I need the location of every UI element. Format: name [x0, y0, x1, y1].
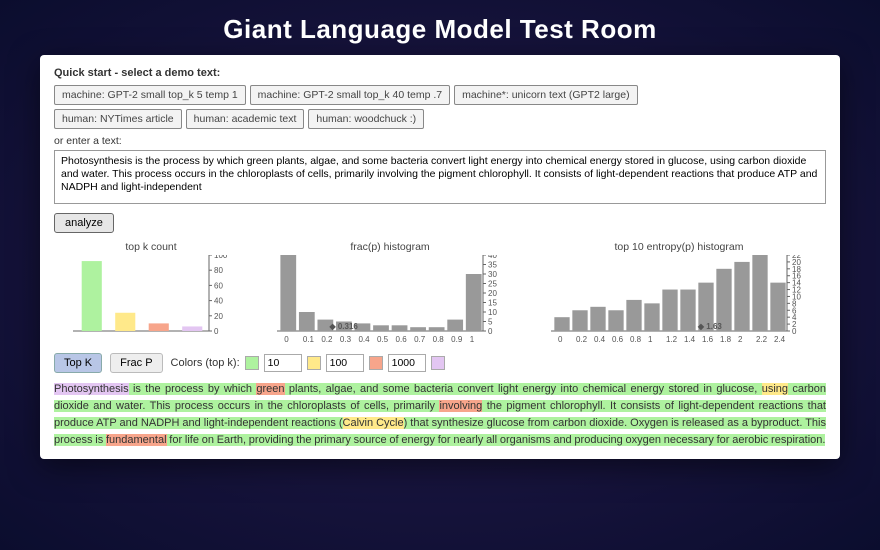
- threshold-input[interactable]: [326, 354, 364, 372]
- color-swatch: [431, 356, 445, 370]
- svg-text:10: 10: [488, 308, 497, 317]
- svg-text:0.3: 0.3: [340, 335, 352, 344]
- token: for life on Earth, providing the primary…: [167, 434, 826, 446]
- svg-text:0.7: 0.7: [414, 335, 426, 344]
- svg-text:0.6: 0.6: [612, 335, 624, 344]
- svg-text:2: 2: [738, 335, 743, 344]
- svg-text:0.9: 0.9: [451, 335, 463, 344]
- token: Calvin Cycle: [343, 417, 404, 429]
- demo-button[interactable]: human: woodchuck :): [308, 109, 424, 129]
- color-swatch: [245, 356, 259, 370]
- svg-text:1.6: 1.6: [702, 335, 714, 344]
- svg-text:0.5: 0.5: [377, 335, 389, 344]
- svg-text:0.1: 0.1: [303, 335, 315, 344]
- svg-text:40: 40: [488, 255, 497, 260]
- svg-text:100: 100: [214, 255, 228, 260]
- svg-text:0.2: 0.2: [576, 335, 588, 344]
- color-swatch: [307, 356, 321, 370]
- page-title: Giant Language Model Test Room: [0, 0, 880, 55]
- svg-text:40: 40: [214, 297, 223, 306]
- legend-label: Colors (top k):: [171, 357, 240, 369]
- color-legend: Colors (top k):: [171, 354, 445, 372]
- svg-text:15: 15: [488, 299, 497, 308]
- token: Photosynthesis: [54, 383, 129, 395]
- svg-text:2.4: 2.4: [774, 335, 786, 344]
- analyze-button[interactable]: analyze: [54, 213, 114, 233]
- svg-text:20: 20: [214, 312, 223, 321]
- token: using: [762, 383, 788, 395]
- chart-title: top k count: [71, 241, 231, 253]
- svg-text:20: 20: [488, 289, 497, 298]
- chart-title: frac(p) histogram: [275, 241, 505, 253]
- token: fundamental: [106, 434, 167, 446]
- demo-button[interactable]: machine*: unicorn text (GPT2 large): [454, 85, 638, 105]
- svg-text:0: 0: [488, 327, 493, 336]
- demo-row-1: machine: GPT-2 small top_k 5 temp 1machi…: [54, 85, 826, 105]
- svg-text:2.2: 2.2: [756, 335, 768, 344]
- svg-text:60: 60: [214, 281, 223, 290]
- color-swatch: [369, 356, 383, 370]
- svg-text:0.2: 0.2: [321, 335, 333, 344]
- highlighted-text: Photosynthesis is the process by which g…: [54, 381, 826, 449]
- svg-text:0.4: 0.4: [358, 335, 370, 344]
- enter-text-label: or enter a text:: [54, 135, 826, 147]
- topk-toggle[interactable]: Top K: [54, 353, 102, 373]
- demo-button[interactable]: human: academic text: [186, 109, 305, 129]
- svg-text:5: 5: [488, 318, 493, 327]
- chart: top k count 0 20 40 60 80 100: [71, 241, 231, 345]
- token: green: [256, 383, 284, 395]
- charts-row: top k count020406080100frac(p) histogram…: [54, 241, 826, 345]
- text-input[interactable]: [54, 150, 826, 204]
- svg-text:0.6: 0.6: [396, 335, 408, 344]
- demo-button[interactable]: human: NYTimes article: [54, 109, 182, 129]
- svg-text:0.8: 0.8: [433, 335, 445, 344]
- svg-text:1.8: 1.8: [720, 335, 732, 344]
- demo-button[interactable]: machine: GPT-2 small top_k 5 temp 1: [54, 85, 246, 105]
- svg-text:80: 80: [214, 266, 223, 275]
- token: plants, algae, and some bacteria convert…: [285, 383, 762, 395]
- chart: top 10 entropy(p) histogram0246810121416…: [549, 241, 809, 345]
- demo-row-2: human: NYTimes articlehuman: academic te…: [54, 109, 826, 129]
- svg-text:1: 1: [470, 335, 475, 344]
- svg-text:0.8: 0.8: [630, 335, 642, 344]
- fracp-toggle[interactable]: Frac P: [110, 353, 162, 373]
- svg-text:0: 0: [214, 327, 219, 336]
- svg-text:35: 35: [488, 261, 497, 270]
- threshold-input[interactable]: [264, 354, 302, 372]
- svg-text:1.4: 1.4: [684, 335, 696, 344]
- svg-text:◆ 0.316: ◆ 0.316: [328, 322, 358, 331]
- svg-text:◆ 1.63: ◆ 1.63: [697, 322, 722, 331]
- svg-text:1: 1: [648, 335, 653, 344]
- main-panel: Quick start - select a demo text: machin…: [40, 55, 840, 459]
- svg-text:30: 30: [488, 270, 497, 279]
- svg-text:0.4: 0.4: [594, 335, 606, 344]
- quick-start-label: Quick start - select a demo text:: [54, 67, 826, 79]
- toggle-row: Top K Frac P Colors (top k):: [54, 353, 826, 373]
- demo-button[interactable]: machine: GPT-2 small top_k 40 temp .7: [250, 85, 450, 105]
- svg-text:0: 0: [284, 335, 289, 344]
- token: is the process by which: [129, 383, 257, 395]
- svg-text:1.2: 1.2: [666, 335, 678, 344]
- chart: frac(p) histogram051015202530354000.10.2…: [275, 241, 505, 345]
- svg-text:22: 22: [792, 255, 801, 260]
- threshold-input[interactable]: [388, 354, 426, 372]
- svg-text:0: 0: [558, 335, 563, 344]
- chart-title: top 10 entropy(p) histogram: [549, 241, 809, 253]
- svg-text:25: 25: [488, 280, 497, 289]
- token: involving: [439, 400, 482, 412]
